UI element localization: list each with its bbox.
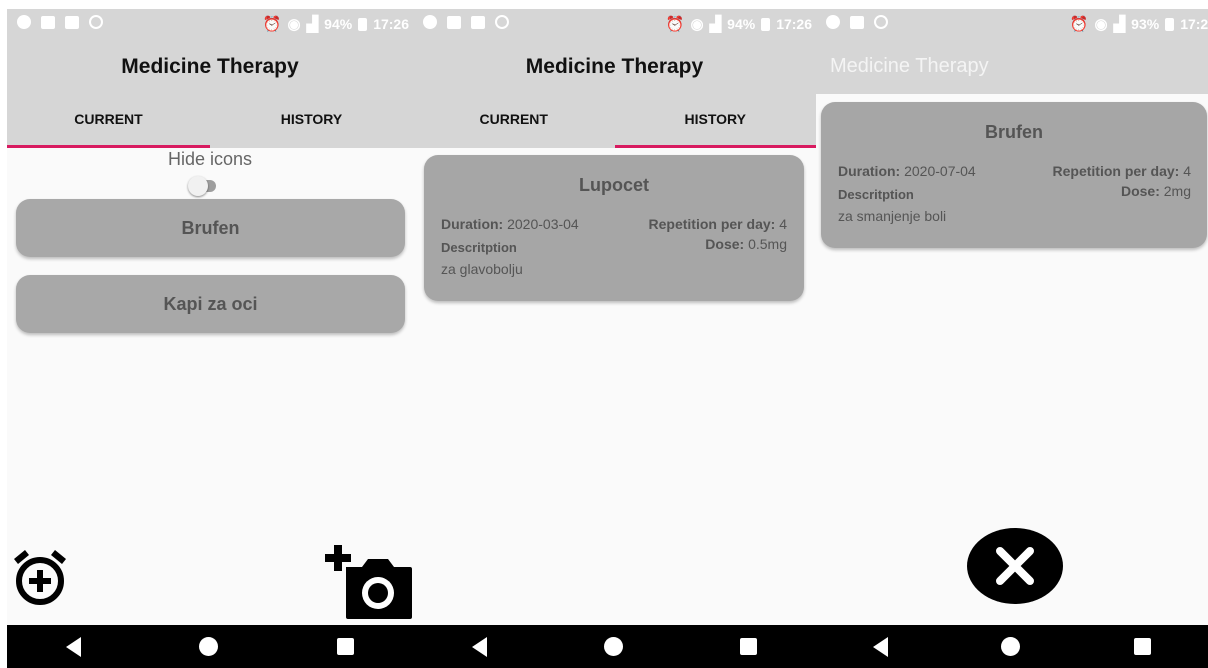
duration-value: 2020-07-04 [904, 163, 976, 179]
alarm-icon: ⏰ [262, 16, 282, 33]
repetition-value: 4 [779, 216, 787, 232]
back-icon[interactable] [872, 636, 888, 657]
medicine-name: Lupocet [579, 175, 649, 195]
switch-knob [188, 176, 208, 196]
clock: 17:26 [776, 16, 812, 32]
battery-level: 93% [1131, 16, 1160, 32]
signal-icon: ▟ [709, 16, 722, 33]
dose-label: Dose: [705, 236, 745, 252]
dnd-icon [826, 15, 840, 29]
history-card[interactable]: Lupocet Duration: 2020-03-04 Repetition … [424, 155, 804, 301]
wifi-icon: ◉ [1094, 16, 1108, 33]
app-title: Medicine Therapy [525, 55, 704, 78]
home-icon[interactable] [199, 637, 219, 656]
tab-history[interactable]: HISTORY [614, 96, 817, 148]
tab-history[interactable]: HISTORY [210, 96, 413, 148]
description-text: za glavobolju [441, 261, 523, 277]
hide-icons-label: Hide icons [167, 149, 253, 169]
add-alarm-icon[interactable] [11, 547, 69, 607]
app-bar: Medicine Therapy [7, 37, 413, 96]
description-label-text: Descritption [838, 187, 914, 202]
app-bar: Medicine Therapy [413, 37, 816, 96]
repetition-row: Repetition per day: 4 [649, 216, 787, 232]
dnd-icon [17, 15, 31, 29]
medicine-button[interactable]: Kapi za oci [16, 275, 405, 333]
status-bar: ⏰ ◉ ▟ 94% 17:26 [7, 9, 413, 37]
battery-icon [1165, 17, 1175, 31]
duration-row: Duration: 2020-03-04 [441, 216, 579, 232]
duration-value: 2020-03-04 [507, 216, 579, 232]
dose-value: 2mg [1163, 183, 1191, 199]
alarm-icon: ⏰ [1069, 16, 1089, 33]
notification-icon [850, 15, 864, 29]
circle-icon [495, 15, 509, 29]
duration-label: Duration: [838, 163, 901, 179]
nav-bar [816, 625, 1208, 668]
tab-current[interactable]: CURRENT [413, 96, 615, 148]
nav-bar [413, 625, 816, 668]
battery-level: 94% [727, 16, 756, 32]
dnd-icon [423, 15, 437, 29]
recents-icon[interactable] [336, 638, 354, 655]
app-bar: Medicine Therapy [816, 37, 1208, 94]
repetition-label: Repetition per day: [648, 216, 776, 232]
back-icon[interactable] [66, 636, 82, 657]
screen-detail: ⏰ ◉ ▟ 93% 17:25 Medicine Therapy Brufen … [816, 9, 1208, 668]
duration-label: Duration: [441, 216, 504, 232]
screen-current: ⏰ ◉ ▟ 94% 17:26 Medicine Therapy CURRENT… [7, 9, 413, 668]
description-label: Descritption [838, 187, 914, 202]
close-circle-icon[interactable] [966, 527, 1064, 605]
battery-icon [761, 17, 771, 31]
status-bar: ⏰ ◉ ▟ 94% 17:26 [413, 9, 816, 37]
notification-icon [41, 15, 55, 29]
gallery-icon [65, 15, 79, 29]
recents-icon[interactable] [1134, 638, 1152, 655]
repetition-value: 4 [1183, 163, 1191, 179]
repetition-label: Repetition per day: [1052, 163, 1180, 179]
back-icon[interactable] [471, 636, 487, 657]
tab-bar: CURRENT HISTORY [413, 96, 816, 148]
dose-label: Dose: [1120, 183, 1160, 199]
wifi-icon: ◉ [287, 16, 301, 33]
status-bar: ⏰ ◉ ▟ 93% 17:25 [816, 9, 1208, 37]
detail-card: Brufen Duration: 2020-07-04 Repetition p… [821, 102, 1207, 248]
tab-current[interactable]: CURRENT [7, 96, 210, 148]
signal-icon: ▟ [306, 16, 319, 33]
recents-icon[interactable] [740, 638, 758, 655]
circle-icon [89, 15, 103, 29]
notification-icon [447, 15, 461, 29]
battery-level: 94% [324, 16, 353, 32]
add-photo-icon[interactable] [322, 543, 413, 621]
wifi-icon: ◉ [690, 16, 704, 33]
app-title: Medicine Therapy [121, 55, 299, 78]
signal-icon: ▟ [1113, 16, 1126, 33]
gallery-icon [471, 15, 485, 29]
screen-history: ⏰ ◉ ▟ 94% 17:26 Medicine Therapy CURRENT… [413, 9, 816, 668]
dose-row: Dose: 0.5mg [705, 236, 787, 252]
clock: 17:26 [373, 16, 409, 32]
circle-icon [874, 15, 888, 29]
description-label: Descritption [441, 240, 517, 255]
app-title: Medicine Therapy [830, 55, 989, 77]
dose-value: 0.5mg [748, 236, 787, 252]
alarm-icon: ⏰ [665, 16, 685, 33]
medicine-name: Brufen [985, 122, 1043, 142]
repetition-row: Repetition per day: 4 [1053, 163, 1191, 179]
dose-row: Dose: 2mg [1121, 183, 1191, 199]
battery-icon [358, 17, 368, 31]
description-text: za smanjenje boli [838, 208, 947, 224]
description-label-text: Descritption [441, 240, 517, 255]
clock: 17:25 [1180, 16, 1208, 32]
home-icon[interactable] [603, 637, 623, 656]
duration-row: Duration: 2020-07-04 [838, 163, 976, 179]
hide-icons-switch[interactable] [188, 176, 216, 196]
medicine-button[interactable]: Brufen [16, 199, 405, 257]
tab-bar: CURRENT HISTORY [7, 96, 413, 148]
home-icon[interactable] [1001, 637, 1021, 656]
nav-bar [7, 625, 413, 668]
